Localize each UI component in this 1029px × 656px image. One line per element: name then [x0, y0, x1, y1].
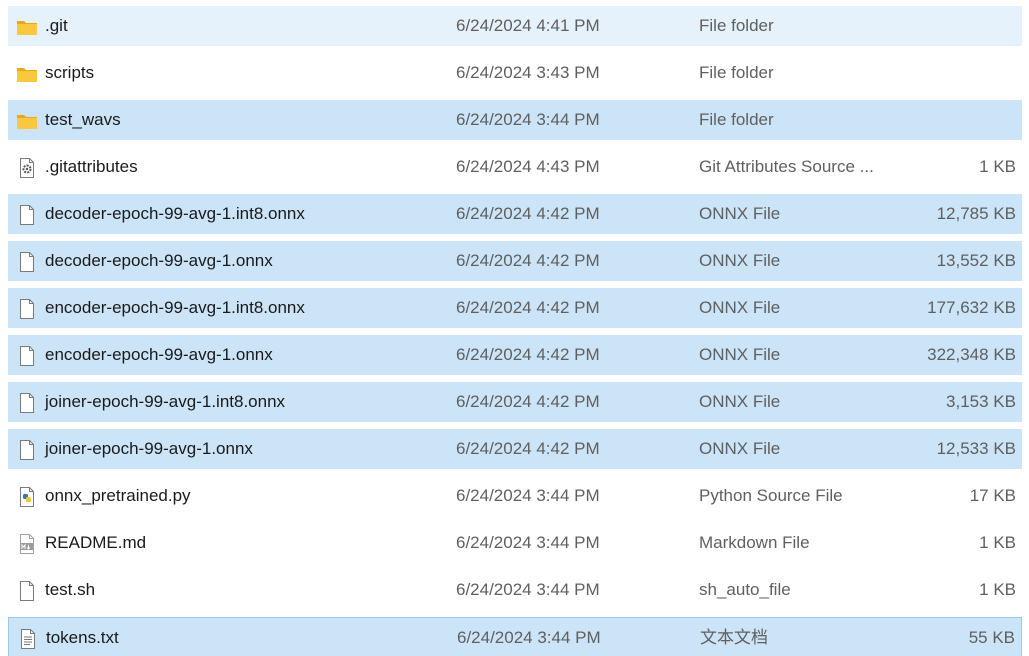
file-date-modified: 6/24/2024 3:44 PM: [457, 628, 601, 647]
file-icon: [16, 251, 38, 273]
file-icon: [16, 298, 38, 320]
file-date-modified: 6/24/2024 4:43 PM: [456, 157, 600, 176]
file-name: .git: [45, 16, 68, 35]
file-name: joiner-epoch-99-avg-1.int8.onnx: [45, 392, 286, 411]
file-row[interactable]: scripts 6/24/2024 3:43 PM File folder: [8, 53, 1022, 93]
file-name: decoder-epoch-99-avg-1.int8.onnx: [45, 204, 305, 223]
file-size: 12,785 KB: [936, 204, 1016, 223]
file-row[interactable]: joiner-epoch-99-avg-1.int8.onnx 6/24/2024…: [8, 382, 1022, 422]
file-date-modified: 6/24/2024 4:42 PM: [456, 204, 600, 223]
file-type: ONNX File: [699, 204, 781, 223]
file-row[interactable]: encoder-epoch-99-avg-1.int8.onnx 6/24/202…: [8, 288, 1022, 328]
file-type: Markdown File: [699, 533, 810, 552]
file-icon: [16, 580, 38, 602]
file-type: ONNX File: [699, 345, 781, 364]
text-file-icon: [17, 628, 39, 650]
file-row[interactable]: README.md 6/24/2024 3:44 PM Markdown File 1…: [8, 523, 1022, 563]
file-row[interactable]: .gitattributes 6/24/2024 4:43 PM Git Attri…: [8, 147, 1022, 187]
folder-icon: [16, 63, 38, 85]
file-date-modified: 6/24/2024 3:44 PM: [456, 533, 600, 552]
python-file-icon: [16, 486, 38, 508]
file-name: README.md: [45, 533, 147, 552]
file-size: 177,632 KB: [927, 298, 1016, 317]
file-name: encoder-epoch-99-avg-1.int8.onnx: [45, 298, 305, 317]
file-date-modified: 6/24/2024 3:44 PM: [456, 486, 600, 505]
folder-icon: [16, 16, 38, 38]
file-icon: [16, 204, 38, 226]
file-size: 1 KB: [979, 580, 1016, 599]
file-row[interactable]: test_wavs 6/24/2024 3:44 PM File folder: [8, 100, 1022, 140]
file-type: ONNX File: [699, 251, 781, 270]
file-row[interactable]: test.sh 6/24/2024 3:44 PM sh_auto_file 1 KB: [8, 570, 1022, 610]
file-name: joiner-epoch-99-avg-1.onnx: [45, 439, 253, 458]
file-date-modified: 6/24/2024 4:41 PM: [456, 16, 600, 35]
folder-icon: [16, 110, 38, 132]
file-type: ONNX File: [699, 298, 781, 317]
file-date-modified: 6/24/2024 4:42 PM: [456, 439, 600, 458]
file-row[interactable]: .git 6/24/2024 4:41 PM File folder: [8, 6, 1022, 46]
file-type: sh_auto_file: [699, 580, 791, 599]
file-icon: [16, 345, 38, 367]
file-icon: [16, 392, 38, 414]
file-type: ONNX File: [699, 439, 781, 458]
file-type: Python Source File: [699, 486, 843, 505]
file-name: onnx_pretrained.py: [45, 486, 191, 505]
file-date-modified: 6/24/2024 4:42 PM: [456, 345, 600, 364]
file-size: 322,348 KB: [927, 345, 1016, 364]
file-type: File folder: [699, 110, 774, 129]
file-row[interactable]: decoder-epoch-99-avg-1.onnx 6/24/2024 4:4…: [8, 241, 1022, 281]
file-type: Git Attributes Source ...: [699, 157, 874, 176]
file-row[interactable]: joiner-epoch-99-avg-1.onnx 6/24/2024 4:42…: [8, 429, 1022, 469]
file-row[interactable]: decoder-epoch-99-avg-1.int8.onnx 6/24/202…: [8, 194, 1022, 234]
file-size: 12,533 KB: [936, 439, 1016, 458]
file-date-modified: 6/24/2024 4:42 PM: [456, 298, 600, 317]
file-name: scripts: [45, 63, 95, 82]
file-size: 55 KB: [968, 628, 1015, 647]
file-row[interactable]: tokens.txt 6/24/2024 3:44 PM 文本文档 55 KB: [8, 617, 1022, 656]
file-name: decoder-epoch-99-avg-1.onnx: [45, 251, 273, 270]
file-size: 17 KB: [969, 486, 1016, 505]
file-date-modified: 6/24/2024 3:44 PM: [456, 110, 600, 129]
file-list: .git 6/24/2024 4:41 PM File folder scripts 6…: [0, 0, 1029, 656]
file-size: 1 KB: [979, 533, 1016, 552]
file-type: File folder: [699, 16, 774, 35]
settings-file-icon: [16, 157, 38, 179]
file-date-modified: 6/24/2024 4:42 PM: [456, 392, 600, 411]
file-type: File folder: [699, 63, 774, 82]
file-type: ONNX File: [699, 392, 781, 411]
file-name: .gitattributes: [45, 157, 138, 176]
file-name: test_wavs: [45, 110, 121, 129]
file-row[interactable]: onnx_pretrained.py 6/24/2024 3:44 PM Pytho…: [8, 476, 1022, 516]
file-date-modified: 6/24/2024 3:43 PM: [456, 63, 600, 82]
file-name: tokens.txt: [46, 628, 119, 647]
file-name: encoder-epoch-99-avg-1.onnx: [45, 345, 273, 364]
file-size: 13,552 KB: [936, 251, 1016, 270]
file-date-modified: 6/24/2024 4:42 PM: [456, 251, 600, 270]
file-date-modified: 6/24/2024 3:44 PM: [456, 580, 600, 599]
file-name: test.sh: [45, 580, 96, 599]
file-size: 3,153 KB: [946, 392, 1016, 411]
file-type: 文本文档: [700, 628, 768, 647]
markdown-file-icon: [16, 533, 38, 555]
file-size: 1 KB: [979, 157, 1016, 176]
file-icon: [16, 439, 38, 461]
file-row[interactable]: encoder-epoch-99-avg-1.onnx 6/24/2024 4:4…: [8, 335, 1022, 375]
